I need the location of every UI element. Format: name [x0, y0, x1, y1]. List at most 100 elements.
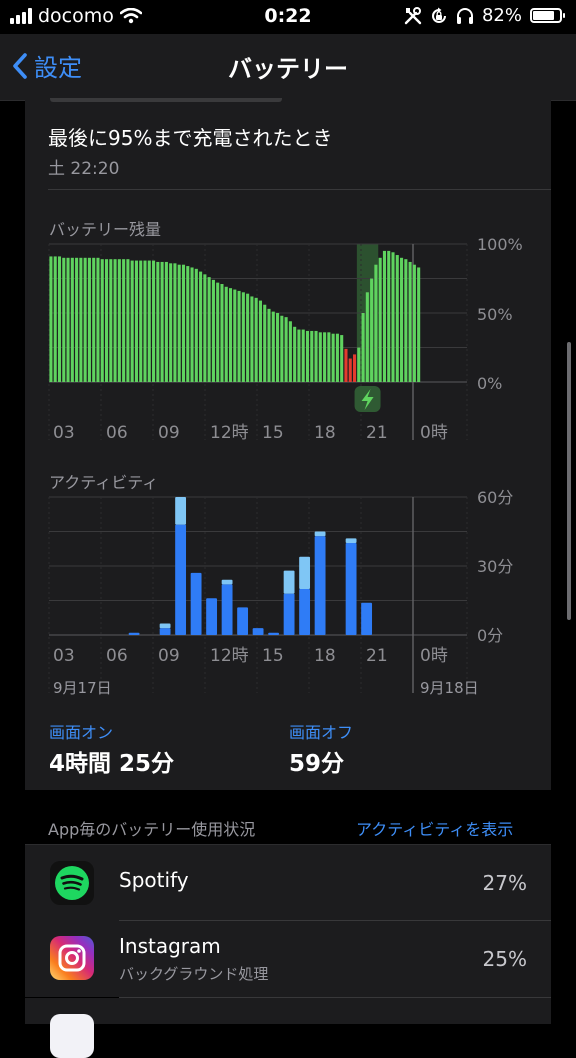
- battery-bar: [305, 330, 310, 382]
- activity-bar-screen-off: [175, 497, 187, 525]
- show-activity-link[interactable]: アクティビティを表示: [356, 816, 513, 840]
- app-row-next[interactable]: [25, 998, 551, 1058]
- battery-bar: [395, 255, 399, 382]
- battery-bar: [194, 268, 198, 382]
- battery-bar: [130, 260, 134, 382]
- activity-bar-screen-on: [206, 598, 218, 635]
- battery-bar: [139, 260, 143, 382]
- battery-bar: [250, 296, 254, 382]
- battery-bar: [134, 260, 138, 382]
- instagram-icon: [50, 936, 94, 980]
- activity-bar-screen-on: [268, 632, 280, 635]
- battery-bar: [70, 257, 74, 382]
- battery-bar: [263, 304, 267, 382]
- battery-bar: [75, 257, 79, 382]
- activity-x-tick-label: 06: [106, 646, 128, 666]
- battery-bar: [335, 333, 339, 382]
- activity-x-tick-label: 21: [366, 646, 388, 666]
- battery-bar: [186, 266, 190, 382]
- battery-x-tick-label: 06: [106, 423, 128, 443]
- activity-bar-screen-on: [221, 584, 233, 635]
- activity-chart[interactable]: 60分 30分 0分 03 06 09 12時 15 18 21 0時: [48, 488, 513, 693]
- activity-x-tick-label: 12時: [210, 646, 249, 666]
- battery-bar: [190, 267, 194, 382]
- battery-bar: [57, 256, 62, 382]
- battery-bar: [211, 279, 215, 382]
- battery-bar: [199, 271, 203, 382]
- battery-bar: [340, 335, 344, 382]
- activity-y-tick-label: 0分: [477, 626, 503, 645]
- activity-bar-screen-off: [159, 623, 171, 629]
- battery-bar: [207, 277, 211, 382]
- battery-bar: [92, 257, 96, 382]
- activity-bar-screen-off: [283, 570, 295, 594]
- activity-x-tick-label: 09: [158, 646, 180, 666]
- battery-bar: [327, 332, 331, 382]
- battery-bar: [233, 289, 237, 382]
- activity-bar-screen-on: [237, 607, 249, 635]
- battery-bar: [53, 256, 57, 382]
- battery-bar: [156, 261, 160, 382]
- app-percent: 25%: [482, 947, 527, 971]
- battery-bar: [143, 260, 147, 382]
- battery-bar: [147, 260, 151, 382]
- battery-bar: [318, 332, 322, 382]
- battery-bar: [301, 329, 305, 382]
- battery-level-chart[interactable]: 100% 50% 0% 03 06 09 12時 15 18 21 0時: [48, 235, 523, 443]
- battery-bar: [293, 326, 297, 382]
- activity-x-tick-label: 03: [53, 646, 75, 666]
- battery-y-tick-label: 100%: [477, 235, 523, 254]
- battery-bar: [352, 354, 357, 382]
- date-label-day2: 9月18日: [420, 679, 479, 697]
- activity-bar-screen-on: [159, 628, 171, 635]
- activity-bar-screen-on: [283, 593, 295, 635]
- battery-bar: [122, 259, 126, 382]
- battery-bar: [370, 278, 374, 382]
- battery-bar: [404, 259, 408, 382]
- battery-bar: [126, 259, 130, 382]
- activity-bar-screen-on: [361, 602, 373, 635]
- battery-x-tick-label: 0時: [420, 423, 448, 443]
- battery-bar: [241, 292, 245, 382]
- battery-x-tick-label: 09: [158, 423, 180, 443]
- screen-off-label: 画面オフ: [289, 723, 354, 742]
- activity-bar-screen-off: [314, 531, 326, 537]
- battery-bar: [412, 264, 416, 382]
- activity-bar-screen-on: [190, 572, 202, 635]
- battery-x-tick-label: 15: [262, 423, 284, 443]
- battery-bar: [66, 257, 70, 382]
- screen-off-value: 59分: [289, 751, 345, 777]
- battery-bar: [310, 330, 314, 382]
- battery-bar: [400, 257, 404, 382]
- battery-bar: [237, 290, 241, 382]
- battery-bar: [117, 259, 121, 382]
- battery-bar: [79, 257, 83, 382]
- activity-y-tick-label: 60分: [477, 488, 513, 507]
- battery-bar: [276, 313, 280, 382]
- battery-bar: [280, 315, 284, 382]
- app-name: Instagram: [119, 934, 221, 958]
- battery-bar: [220, 284, 224, 382]
- battery-x-tick-label: 21: [366, 423, 388, 443]
- battery-bar: [181, 264, 186, 382]
- activity-bar-screen-on: [299, 589, 311, 635]
- activity-x-tick-label: 0時: [420, 646, 448, 666]
- scroll-indicator: [567, 342, 571, 620]
- app-row-instagram[interactable]: Instagram バックグラウンド処理 25%: [25, 921, 551, 998]
- battery-bar: [164, 261, 168, 382]
- activity-bar-screen-on: [345, 543, 357, 635]
- activity-y-tick-label: 30分: [477, 557, 513, 576]
- battery-x-tick-label: 12時: [210, 423, 249, 443]
- battery-bar: [267, 308, 271, 382]
- activity-x-tick-label: 18: [314, 646, 336, 666]
- activity-bar-screen-on: [252, 628, 264, 635]
- battery-bar: [331, 333, 335, 382]
- activity-bar-screen-on: [314, 536, 326, 635]
- battery-bar: [62, 257, 66, 382]
- battery-bar: [246, 293, 250, 382]
- activity-bar-screen-on: [175, 524, 187, 635]
- battery-bar: [297, 329, 301, 382]
- app-row-spotify[interactable]: Spotify 27%: [25, 844, 551, 921]
- battery-bar: [169, 263, 173, 382]
- battery-bar: [100, 259, 104, 382]
